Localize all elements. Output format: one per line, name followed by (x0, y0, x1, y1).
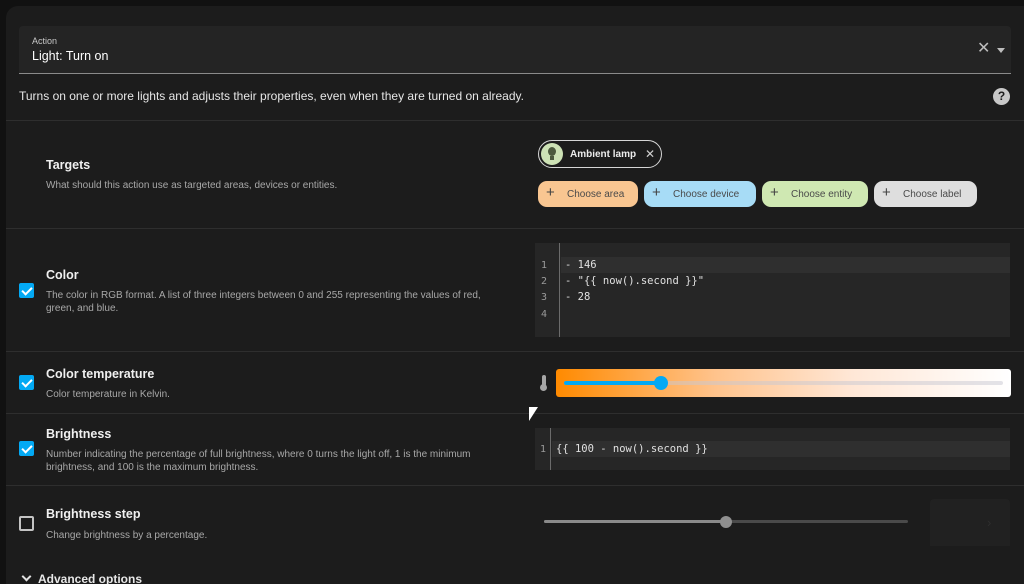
action-select-label: Action (32, 36, 58, 46)
targets-subtitle: What should this action use as targeted … (46, 180, 338, 191)
action-select-value[interactable]: Light: Turn on (32, 49, 108, 63)
brightness-step-checkbox[interactable] (19, 516, 34, 531)
brightness-step-slider[interactable] (544, 514, 908, 530)
brightness-step-input[interactable]: › (930, 499, 1010, 546)
line-number: 2 (541, 276, 548, 287)
help-icon[interactable]: ? (993, 88, 1010, 105)
brightness-step-subtitle: Change brightness by a percentage. (46, 530, 208, 541)
color-temperature-subtitle: Color temperature in Kelvin. (46, 389, 170, 400)
remove-target-icon[interactable]: ✕ (645, 147, 655, 161)
line-number: 4 (541, 309, 548, 320)
brightness-step-title: Brightness step (46, 507, 141, 521)
slider-fill (564, 381, 661, 385)
color-title: Color (46, 268, 79, 282)
color-temperature-title: Color temperature (46, 367, 155, 381)
line-number: 1 (540, 444, 547, 455)
divider (6, 413, 1024, 414)
color-temperature-slider[interactable] (556, 369, 1011, 397)
advanced-options-label: Advanced options (38, 572, 143, 584)
chevron-down-icon[interactable] (997, 48, 1005, 53)
divider (6, 351, 1024, 352)
color-temperature-checkbox[interactable] (19, 375, 34, 390)
code-line[interactable] (561, 305, 1010, 321)
line-number: 3 (541, 292, 548, 303)
lightbulb-icon (541, 143, 563, 165)
action-description: Turns on one or more lights and adjusts … (19, 89, 524, 103)
color-code-editor[interactable]: 1 2 3 4 - 146 - "{{ now().second }}" - 2… (535, 243, 1010, 337)
choose-label-button[interactable]: + Choose label (874, 181, 977, 207)
selected-target-name: Ambient lamp (570, 149, 637, 160)
color-checkbox[interactable] (19, 283, 34, 298)
plus-icon: + (882, 184, 891, 201)
slider-fill (544, 520, 726, 523)
slider-knob[interactable] (720, 516, 732, 528)
mouse-cursor-icon (529, 407, 538, 421)
action-select[interactable]: Action Light: Turn on ✕ (19, 26, 1011, 74)
choose-area-button[interactable]: + Choose area (538, 181, 638, 207)
selected-target-chip[interactable]: Ambient lamp ✕ (538, 140, 662, 168)
plus-icon: + (546, 184, 555, 201)
chevron-right-icon: › (987, 515, 992, 530)
line-number: 1 (541, 260, 548, 271)
brightness-subtitle: Number indicating the percentage of full… (46, 449, 471, 473)
choose-entity-button[interactable]: + Choose entity (762, 181, 868, 207)
clear-icon[interactable]: ✕ (977, 41, 990, 57)
divider (6, 120, 1024, 121)
chevron-down-icon (21, 571, 32, 582)
divider (6, 485, 1024, 486)
code-line[interactable]: - 146 (561, 257, 1010, 273)
brightness-checkbox[interactable] (19, 441, 34, 456)
plus-icon: + (770, 184, 779, 201)
divider (6, 228, 1024, 229)
code-line[interactable]: - "{{ now().second }}" (561, 273, 1010, 289)
targets-title: Targets (46, 158, 91, 172)
code-line[interactable]: {{ 100 - now().second }} (552, 441, 1010, 457)
brightness-title: Brightness (46, 427, 112, 441)
code-line[interactable]: - 28 (561, 289, 1010, 305)
action-editor-card: Action Light: Turn on ✕ Turns on one or … (6, 6, 1024, 584)
thermometer-icon (539, 375, 547, 391)
choose-device-button[interactable]: + Choose device (644, 181, 756, 207)
slider-knob[interactable] (653, 376, 668, 390)
advanced-options-toggle[interactable]: Advanced options (19, 571, 143, 584)
line-gutter (535, 243, 560, 337)
plus-icon: + (652, 184, 661, 201)
color-subtitle: The color in RGB format. A list of three… (46, 290, 481, 314)
brightness-code-editor[interactable]: 1 {{ 100 - now().second }} (535, 428, 1010, 470)
